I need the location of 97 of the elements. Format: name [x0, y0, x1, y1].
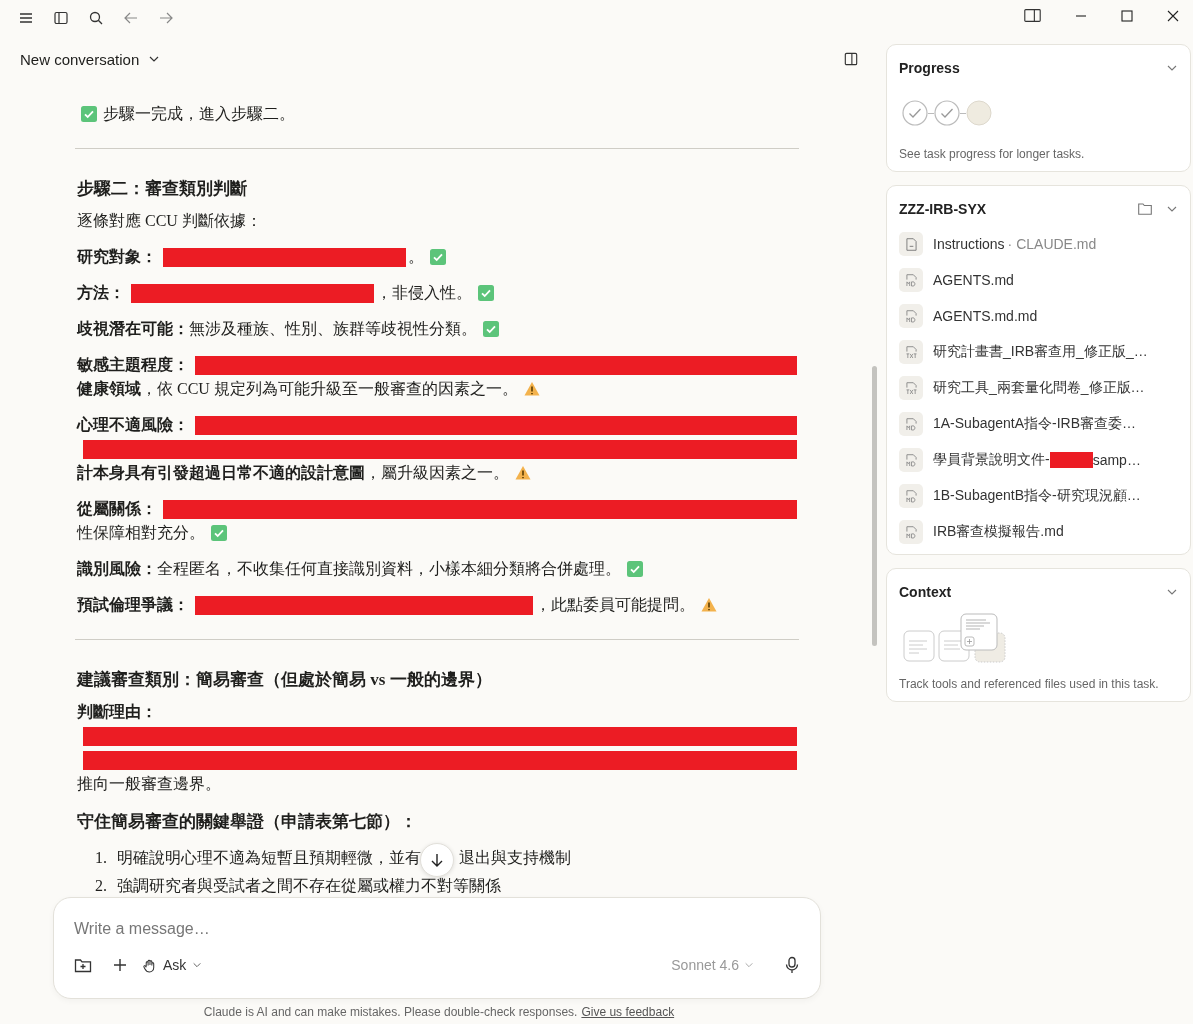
message-text: 推向一般審查邊界。 [77, 774, 221, 794]
disclaimer-text: Claude is AI and can make mistakes. Please double-check responses. [203, 1004, 578, 1019]
forward-icon[interactable] [158, 10, 174, 26]
file-name: AGENTS.md.md [933, 308, 1038, 324]
panel-icon[interactable] [1024, 9, 1041, 22]
file-item[interactable]: IRB審查模擬報告.md [899, 520, 1178, 544]
card-title: Context [899, 584, 952, 600]
folder-icon[interactable] [1138, 203, 1152, 215]
sidebar-icon[interactable] [53, 10, 69, 26]
check-mark-icon [478, 285, 494, 301]
bold-label: 研究對象： [77, 247, 157, 267]
bold-label: 歧視潛在可能： [77, 319, 189, 339]
panel-toggle-icon[interactable] [844, 52, 858, 66]
message-input[interactable]: Write a message… [74, 916, 800, 942]
file-item[interactable]: 1B-SubagentB指令-研究現況顧… [899, 484, 1178, 508]
scrollbar-thumb[interactable] [872, 366, 877, 646]
file-item[interactable]: AGENTS.md.md [899, 304, 1178, 328]
section-heading: 建議審查類別：簡易審查（但處於簡易 vs 一般的邊界） [77, 669, 493, 691]
conversation-title-button[interactable]: New conversation [20, 50, 161, 68]
message-text: 。 [408, 247, 424, 267]
feedback-link[interactable]: Give us feedback [581, 1004, 675, 1019]
message-text: ，非侵入性。 [376, 283, 472, 303]
file-name: 1A-SubagentA指令-IRB審查委… [933, 415, 1137, 433]
file-name: IRB審查模擬報告.md [933, 523, 1064, 541]
add-folder-icon[interactable] [74, 956, 92, 974]
message-text: 全程匿名，不收集任何直接識別資料，小樣本細分類將合併處理。 [157, 559, 621, 579]
mode-dropdown[interactable]: Ask [142, 957, 203, 973]
markdown-file-icon [905, 417, 917, 431]
file-item[interactable]: 學員背景說明文件- samp… [899, 448, 1178, 472]
message-text: ，屬升級因素之一。 [365, 463, 509, 483]
check-mark-icon [430, 249, 446, 265]
bold-label: 預試倫理爭議： [77, 595, 189, 615]
arrow-down-icon [429, 852, 445, 868]
section-heading: 守住簡易審查的關鍵舉證（申請表第七節）： [77, 811, 418, 833]
bold-label: 心理不適風險： [77, 415, 189, 435]
warning-icon [523, 381, 540, 397]
section-heading: 步驟二：審查類別判斷 [77, 178, 248, 200]
bold-label: 計本身具有引發超過日常不適的設計意圖 [77, 463, 365, 483]
check-mark-icon [211, 525, 227, 541]
bold-label: 敏感主題程度： [77, 355, 189, 375]
warning-icon [515, 465, 531, 481]
document-icon [905, 237, 917, 251]
message-text: 步驟一完成，進入步驟二。 [103, 104, 295, 124]
microphone-icon[interactable] [784, 956, 800, 974]
list-number: 2. [94, 876, 107, 896]
file-name: 研究計畫書_IRB審查用_修正版_… [933, 343, 1148, 361]
file-detail: · CLAUDE.md [1007, 236, 1097, 252]
file-name: 研究工具_兩套量化問卷_修正版… [933, 379, 1145, 397]
file-item[interactable]: 1A-SubagentA指令-IRB審查委… [899, 412, 1178, 436]
file-name: AGENTS.md [933, 272, 1014, 288]
list-item-text: 明確說明心理不適為短暫且預期輕微，並有 [117, 848, 421, 868]
folder-title: ZZZ-IRB-SYX [899, 201, 987, 217]
menu-icon[interactable] [18, 10, 34, 26]
markdown-file-icon [905, 489, 917, 503]
file-item[interactable]: AGENTS.md [899, 268, 1178, 292]
message-text: ，此點委員可能提問。 [535, 595, 695, 615]
caret-icon [192, 960, 203, 970]
message-text: 無涉及種族、性別、族群等歧視性分類。 [189, 319, 477, 339]
message-text: 性保障相對充分。 [77, 523, 205, 543]
caret-icon [744, 960, 754, 970]
scroll-down-button[interactable] [420, 843, 454, 877]
list-item-text: 退出與支持機制 [459, 848, 571, 868]
check-mark-icon [627, 561, 643, 577]
text-file-icon [905, 381, 917, 395]
search-icon[interactable] [88, 10, 104, 26]
check-mark-icon [483, 321, 499, 337]
markdown-file-icon [905, 309, 917, 323]
markdown-file-icon [905, 273, 917, 287]
warning-icon [701, 597, 717, 613]
context-note: Track tools and referenced files used in this task. [899, 677, 1160, 691]
message-text: 逐條對應 CCU 判斷依據： [77, 211, 262, 231]
plus-icon[interactable] [112, 957, 128, 973]
file-name: Instructions [933, 236, 1005, 252]
file-name: 1B-SubagentB指令-研究現況顧… [933, 487, 1141, 505]
markdown-file-icon [905, 525, 917, 539]
back-icon[interactable] [123, 10, 139, 26]
bold-label: 判斷理由： [77, 702, 157, 722]
text-file-icon [905, 345, 917, 359]
list-item-text: 強調研究者與受試者之間不存在從屬或權力不對等關係 [117, 876, 501, 896]
bold-label: 方法： [77, 283, 125, 303]
bold-label: 識別風險： [77, 559, 157, 579]
bold-label: 健康領域 [77, 379, 141, 399]
check-mark-icon [81, 106, 97, 122]
close-icon[interactable] [1167, 9, 1179, 22]
maximize-icon[interactable] [1121, 9, 1133, 22]
markdown-file-icon [905, 453, 917, 467]
progress-note: See task progress for longer tasks. [899, 147, 1086, 161]
file-item[interactable]: 研究計畫書_IRB審查用_修正版_… [899, 340, 1178, 364]
file-item[interactable]: Instructions · CLAUDE.md [899, 232, 1178, 256]
file-name: 學員背景說明文件- [933, 451, 1050, 469]
card-title: Progress [899, 60, 960, 76]
bold-label: 從屬關係： [77, 499, 157, 519]
file-name-tail: samp… [1092, 452, 1141, 468]
message-text: ，依 CCU 規定列為可能升級至一般審查的因素之一。 [141, 379, 518, 399]
file-item[interactable]: 研究工具_兩套量化問卷_修正版… [899, 376, 1178, 400]
hand-icon [142, 957, 157, 973]
list-number: 1. [94, 848, 107, 868]
